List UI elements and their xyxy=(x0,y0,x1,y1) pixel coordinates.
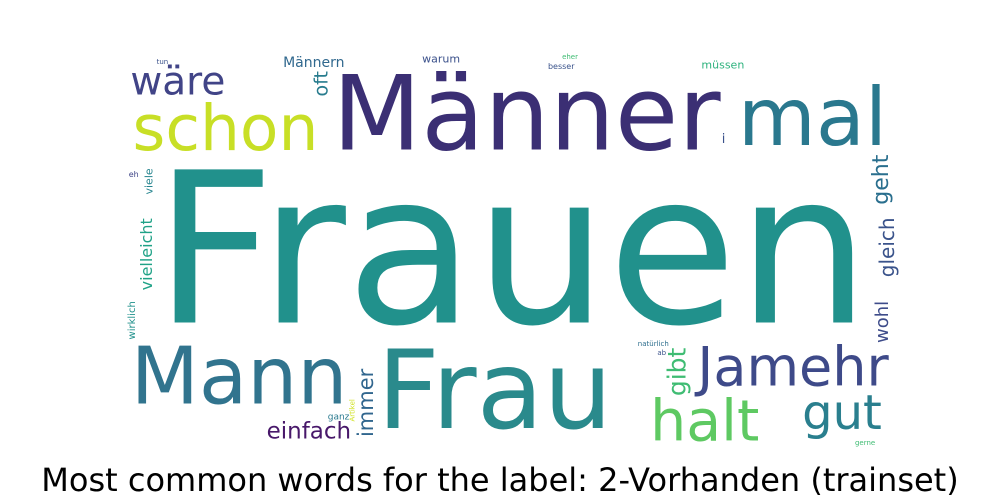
word-35: tun xyxy=(157,58,169,66)
word-cloud-words: FrauenMännerFrauMann Jamehrschon malhaltgi… xyxy=(127,52,899,454)
word-9: immer xyxy=(354,368,378,437)
word-cloud: FrauenMännerFrauMann Jamehrschon malhaltgi… xyxy=(0,0,1000,460)
word-3: Mann xyxy=(131,331,348,423)
word-23: oft xyxy=(310,71,332,96)
word-15: warum xyxy=(422,52,460,65)
word-124: i xyxy=(722,132,726,147)
word-22: wohl xyxy=(872,301,893,343)
word-20: besser xyxy=(548,62,575,71)
word-38: gerne xyxy=(855,439,875,447)
chart-title: Most common words for the label: 2-Vorha… xyxy=(41,461,959,499)
word-17: ganz xyxy=(328,413,350,423)
word-7: halt xyxy=(650,388,759,454)
word-24: viele xyxy=(143,168,156,194)
word-27: eh xyxy=(129,170,139,179)
word-14: Männern xyxy=(283,55,344,71)
word-11: geht xyxy=(869,154,894,204)
word-6: mal xyxy=(738,71,887,164)
word-1: Männer xyxy=(332,54,721,174)
word-13: wäre xyxy=(130,60,225,105)
word-80: Artikel xyxy=(349,399,357,421)
word-10: gut xyxy=(802,385,882,441)
word-21: gleich xyxy=(875,217,899,277)
word-16: müssen xyxy=(701,59,744,72)
word-2: Frau xyxy=(377,327,612,454)
word-119: ab xyxy=(657,349,666,357)
word-18: vielleicht xyxy=(137,218,156,290)
word-19: natürlich xyxy=(638,340,669,348)
word-26: eher xyxy=(562,53,578,61)
word-8: gibt xyxy=(662,347,691,396)
word-31: wirklich xyxy=(127,301,138,339)
